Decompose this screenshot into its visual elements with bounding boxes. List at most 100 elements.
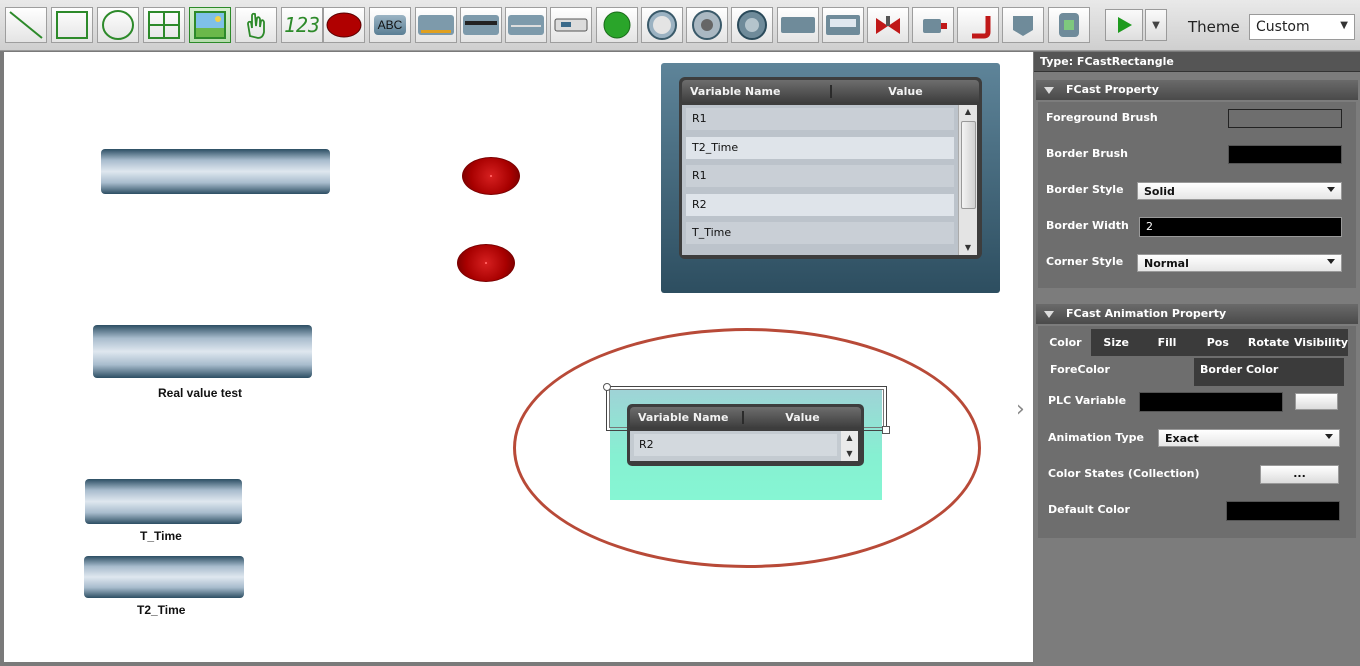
border-brush-swatch[interactable] bbox=[1228, 145, 1342, 164]
chevron-down-icon bbox=[1327, 259, 1335, 264]
color-subtabs: ForeColor Border Color bbox=[1044, 358, 1344, 386]
rectangle-tool-icon[interactable] bbox=[51, 7, 93, 43]
fcast-property-title: FCast Property bbox=[1066, 83, 1159, 96]
foreground-brush-swatch[interactable] bbox=[1228, 109, 1342, 128]
scroll-thumb[interactable] bbox=[961, 121, 976, 209]
fcast-animation-header[interactable]: FCast Animation Property bbox=[1036, 304, 1358, 324]
motor-tool-icon[interactable] bbox=[912, 7, 954, 43]
table-scrollbar[interactable]: ▲ ▼ bbox=[958, 105, 977, 255]
animation-tabs: Color Size Fill Pos Rotate Visibility bbox=[1040, 329, 1348, 356]
subtab-border-color[interactable]: Border Color bbox=[1194, 358, 1344, 386]
table-row[interactable]: R1 bbox=[686, 165, 954, 187]
valve-tool-icon[interactable] bbox=[867, 7, 909, 43]
column-header-variable-name[interactable]: Variable Name bbox=[682, 84, 832, 98]
table-header: Variable Name Value bbox=[682, 80, 979, 102]
table-row[interactable]: R2 bbox=[686, 194, 954, 216]
column-header-value[interactable]: Value bbox=[832, 85, 979, 98]
corner-style-value: Normal bbox=[1144, 257, 1189, 270]
tab-size[interactable]: Size bbox=[1091, 329, 1142, 356]
color-states-label: Color States (Collection) bbox=[1048, 467, 1200, 480]
tab-rotate[interactable]: Rotate bbox=[1243, 329, 1294, 356]
tab-pos[interactable]: Pos bbox=[1192, 329, 1243, 356]
table-row[interactable]: R1 bbox=[686, 108, 954, 130]
meter-tool-icon[interactable] bbox=[641, 7, 683, 43]
tab-visibility[interactable]: Visibility bbox=[1294, 329, 1348, 356]
theme-value: Custom bbox=[1256, 19, 1310, 35]
seven-segment-tool-icon[interactable]: 123 bbox=[281, 7, 323, 43]
border-width-label: Border Width bbox=[1046, 219, 1129, 232]
run-button[interactable] bbox=[1105, 9, 1143, 41]
cylinder-tool-icon[interactable] bbox=[1048, 7, 1090, 43]
panel-tool-icon[interactable] bbox=[777, 7, 819, 43]
red-led-indicator[interactable] bbox=[457, 244, 515, 282]
gauge-bar-tool-icon[interactable] bbox=[505, 7, 547, 43]
chevron-right-icon[interactable]: › bbox=[1016, 397, 1025, 422]
plc-variable-label: PLC Variable bbox=[1048, 394, 1127, 407]
dial-tool-icon[interactable] bbox=[686, 7, 728, 43]
pipe-rectangle[interactable] bbox=[101, 149, 330, 194]
animation-type-value: Exact bbox=[1165, 432, 1199, 445]
toolbar: 123 ABC ▼ Theme Custom ▼ bbox=[0, 0, 1360, 51]
scroll-down-icon[interactable]: ▼ bbox=[959, 241, 977, 255]
grid-tool-icon[interactable] bbox=[143, 7, 185, 43]
green-led-tool-icon[interactable] bbox=[596, 7, 638, 43]
theme-select[interactable]: Custom ▼ bbox=[1249, 14, 1355, 40]
variable-table-widget[interactable]: Variable Name Value R1 T2_Time R1 R2 T_T… bbox=[661, 63, 1000, 293]
chevron-down-icon: ▼ bbox=[1340, 20, 1348, 31]
border-width-input[interactable]: 2 bbox=[1139, 217, 1342, 237]
chevron-down-icon bbox=[1327, 187, 1335, 192]
image-tool-icon[interactable] bbox=[189, 7, 231, 43]
theme-label: Theme bbox=[1188, 18, 1240, 36]
corner-style-label: Corner Style bbox=[1046, 255, 1124, 268]
default-color-label: Default Color bbox=[1048, 503, 1130, 516]
table-body: R1 T2_Time R1 R2 T_Time bbox=[682, 105, 958, 255]
tab-color[interactable]: Color bbox=[1040, 329, 1091, 356]
pipe-rectangle-t2-time[interactable] bbox=[84, 556, 244, 598]
subtab-forecolor[interactable]: ForeColor bbox=[1044, 358, 1194, 386]
display-tool-icon[interactable] bbox=[822, 7, 864, 43]
border-style-label: Border Style bbox=[1046, 183, 1124, 196]
tank-tool-icon[interactable] bbox=[1002, 7, 1044, 43]
slider-tool-icon[interactable] bbox=[415, 7, 457, 43]
run-options-dropdown[interactable]: ▼ bbox=[1145, 9, 1167, 41]
object-type-label: Type: FCastRectangle bbox=[1034, 52, 1360, 72]
text-label-tool-icon[interactable]: ABC bbox=[369, 7, 411, 43]
default-color-swatch[interactable] bbox=[1226, 501, 1340, 521]
pipe-rectangle-t-time[interactable] bbox=[85, 479, 242, 524]
border-style-select[interactable]: Solid bbox=[1137, 182, 1342, 200]
table-row[interactable]: T2_Time bbox=[686, 137, 954, 159]
chip-tool-icon[interactable] bbox=[550, 7, 592, 43]
corner-style-select[interactable]: Normal bbox=[1137, 254, 1342, 272]
led-tool-icon[interactable] bbox=[323, 7, 365, 43]
scroll-up-icon[interactable]: ▲ bbox=[959, 105, 977, 119]
pipe-rectangle-real-value[interactable] bbox=[93, 325, 312, 378]
round-gauge-tool-icon[interactable] bbox=[731, 7, 773, 43]
chevron-down-icon bbox=[1325, 434, 1333, 439]
foreground-brush-label: Foreground Brush bbox=[1046, 111, 1158, 124]
variable-table: Variable Name Value R1 T2_Time R1 R2 T_T… bbox=[679, 77, 982, 259]
chevron-down-icon: ▼ bbox=[1152, 19, 1160, 31]
table-row[interactable]: T_Time bbox=[686, 222, 954, 244]
plc-variable-input[interactable] bbox=[1139, 392, 1283, 412]
plc-variable-browse-button[interactable] bbox=[1295, 393, 1338, 410]
t2-time-label: T2_Time bbox=[137, 603, 186, 617]
collapse-triangle-icon bbox=[1044, 310, 1054, 318]
animation-type-label: Animation Type bbox=[1048, 431, 1144, 444]
tab-fill[interactable]: Fill bbox=[1142, 329, 1193, 356]
ellipse-tool-icon[interactable] bbox=[97, 7, 139, 43]
red-led-indicator[interactable] bbox=[462, 157, 520, 195]
animation-type-select[interactable]: Exact bbox=[1158, 429, 1340, 447]
pipe-elbow-tool-icon[interactable] bbox=[957, 7, 999, 43]
border-brush-label: Border Brush bbox=[1046, 147, 1128, 160]
hand-tool-icon[interactable] bbox=[235, 7, 277, 43]
play-icon bbox=[1118, 17, 1132, 33]
multi-slider-tool-icon[interactable] bbox=[460, 7, 502, 43]
collapse-triangle-icon bbox=[1044, 86, 1054, 94]
border-style-value: Solid bbox=[1144, 185, 1175, 198]
fcast-animation-title: FCast Animation Property bbox=[1066, 307, 1227, 320]
highlight-ellipse bbox=[513, 328, 981, 568]
line-tool-icon[interactable] bbox=[5, 7, 47, 43]
color-states-button[interactable]: ... bbox=[1260, 465, 1339, 484]
real-value-test-label: Real value test bbox=[158, 386, 243, 400]
fcast-property-header[interactable]: FCast Property bbox=[1036, 80, 1358, 100]
